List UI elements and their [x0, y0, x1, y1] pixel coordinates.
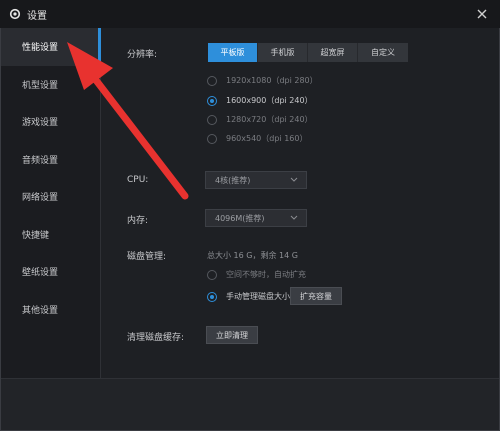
sidebar: 性能设置 机型设置 游戏设置 音频设置 网络设置 快捷键 壁纸设置 其他设置: [1, 28, 101, 378]
option-label: 空间不够时，自动扩充: [226, 270, 306, 279]
chevron-down-icon: [290, 177, 298, 182]
radio-button-selected[interactable]: [207, 95, 217, 106]
resolution-option[interactable]: 960x540（dpi 160）: [207, 133, 307, 144]
sidebar-item-label: 快捷键: [22, 230, 50, 241]
expand-capacity-button[interactable]: 扩充容量: [290, 287, 342, 305]
resolution-label: 分辨率:: [127, 50, 158, 60]
sidebar-item-other[interactable]: 其他设置: [1, 291, 100, 329]
radio-button[interactable]: [207, 114, 217, 125]
resolution-option[interactable]: 1920x1080（dpi 280）: [207, 75, 318, 86]
resolution-tabs: 平板版 手机版 超宽屏 自定义: [208, 43, 408, 62]
sidebar-item-label: 音频设置: [22, 155, 59, 166]
option-label: 1600x900（dpi 240）: [226, 96, 313, 105]
option-label: 960x540（dpi 160）: [226, 134, 308, 143]
gear-icon: [9, 8, 21, 20]
radio-button[interactable]: [207, 75, 217, 86]
footer-bar: [1, 378, 499, 430]
radio-button[interactable]: [207, 269, 217, 280]
radio-button-selected[interactable]: [207, 291, 217, 302]
disk-option-manual[interactable]: 手动管理磁盘大小: [207, 291, 290, 302]
resolution-option[interactable]: 1280x720（dpi 240）: [207, 114, 313, 125]
sidebar-item-label: 其他设置: [22, 305, 59, 316]
sidebar-item-label: 性能设置: [22, 43, 59, 54]
sidebar-item-wallpaper[interactable]: 壁纸设置: [1, 253, 100, 291]
sidebar-item-label: 游戏设置: [22, 118, 59, 129]
tab-ultrawide[interactable]: 超宽屏: [308, 43, 358, 62]
window-title: 设置: [27, 10, 47, 22]
disk-option-auto[interactable]: 空间不够时，自动扩充: [207, 269, 306, 280]
title-bar: 设置: [0, 0, 500, 28]
disk-label: 磁盘管理:: [127, 252, 167, 262]
cpu-select[interactable]: 4核(推荐): [205, 171, 307, 189]
radio-button[interactable]: [207, 133, 217, 144]
sidebar-item-label: 网络设置: [22, 193, 59, 204]
memory-value: 4096M(推荐): [215, 213, 265, 223]
sidebar-item-label: 机型设置: [22, 80, 59, 91]
memory-select[interactable]: 4096M(推荐): [205, 209, 307, 227]
chevron-down-icon: [290, 215, 298, 220]
clear-cache-label: 清理磁盘缓存:: [127, 333, 185, 343]
sidebar-item-game[interactable]: 游戏设置: [1, 103, 100, 141]
option-label: 1280x720（dpi 240）: [226, 115, 313, 124]
sidebar-item-label: 壁纸设置: [22, 268, 59, 279]
memory-label: 内存:: [127, 216, 149, 226]
sidebar-item-model[interactable]: 机型设置: [1, 66, 100, 104]
sidebar-item-shortcuts[interactable]: 快捷键: [1, 216, 100, 254]
close-icon[interactable]: [474, 6, 490, 22]
cpu-value: 4核(推荐): [215, 175, 251, 185]
clear-now-button[interactable]: 立即清理: [206, 326, 258, 344]
sidebar-item-audio[interactable]: 音频设置: [1, 141, 100, 179]
sidebar-item-performance[interactable]: 性能设置: [1, 28, 101, 66]
option-label: 手动管理磁盘大小: [226, 292, 290, 301]
tab-phone[interactable]: 手机版: [258, 43, 308, 62]
resolution-option[interactable]: 1600x900（dpi 240）: [207, 95, 313, 106]
disk-info: 总大小 16 G，剩余 14 G: [207, 251, 298, 260]
option-label: 1920x1080（dpi 280）: [226, 76, 318, 85]
sidebar-item-network[interactable]: 网络设置: [1, 178, 100, 216]
tab-tablet[interactable]: 平板版: [208, 43, 258, 62]
tab-custom[interactable]: 自定义: [358, 43, 408, 62]
cpu-label: CPU:: [127, 175, 149, 185]
